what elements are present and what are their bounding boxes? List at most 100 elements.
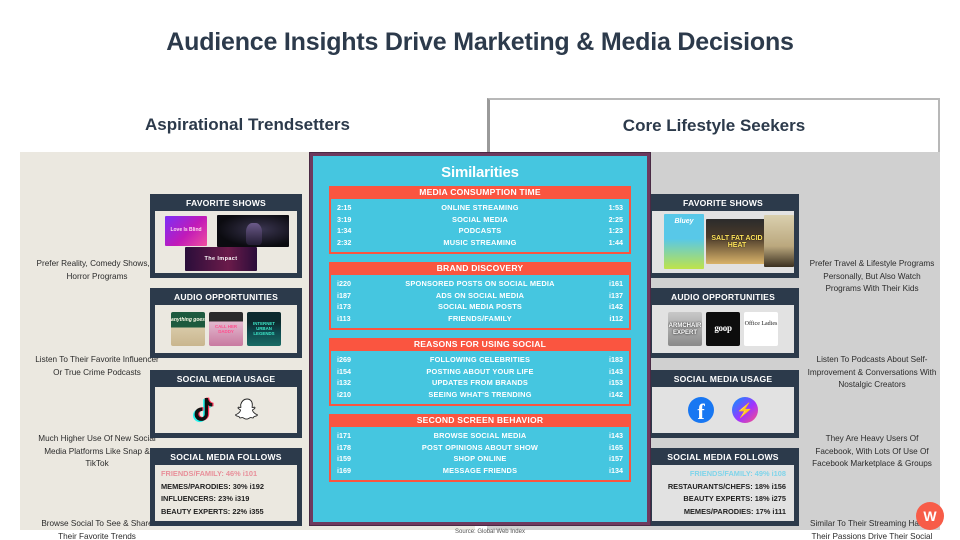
follow-label: FRIENDS/FAMILY: (161, 469, 224, 478)
card-body (155, 387, 297, 433)
metric-right-value: 1:53 (608, 203, 623, 212)
thumbnail-label: Bluey (674, 218, 694, 225)
card-body: FRIENDS/FAMILY: 49% i108 RESTAURANTS/CHE… (652, 465, 794, 521)
thumbnail-salt-fat-acid-heat: SALT FAT ACID HEAT (706, 219, 768, 264)
metric-right-value: i153 (609, 378, 623, 387)
metric-label: POST OPINIONS ABOUT SHOW (421, 442, 539, 452)
podcast-thumbnail-internet-urban-legends: INTERNET URBAN LEGENDS (247, 312, 281, 346)
metric-label: POSTING ABOUT YOUR LIFE (426, 366, 534, 376)
card-body: Bluey SALT FAT ACID HEAT (652, 211, 794, 273)
card-body: Love Is Blind The Impact (155, 211, 297, 273)
card-title: SOCIAL MEDIA FOLLOWS (667, 452, 779, 462)
podcast-thumbnail-call-her-daddy: CALL HER DADDY (209, 312, 243, 346)
metric-left-value: i173 (337, 302, 351, 311)
follow-pct: 49% (754, 469, 770, 478)
follow-index: i275 (771, 494, 786, 503)
metric-label: SOCIAL MEDIA POSTS (437, 302, 523, 311)
facebook-glyph: f (697, 399, 705, 424)
follow-row: INFLUENCERS: 23% i319 (161, 493, 249, 506)
thumbnail-the-impact: The Impact (185, 247, 257, 271)
follow-label: FRIENDS/FAMILY: (689, 469, 753, 478)
card-body: anything goes CALL HER DADDY INTERNET UR… (155, 305, 297, 353)
tiktok-icon (192, 397, 216, 423)
metric-label: SEEING WHAT'S TRENDING (428, 389, 532, 399)
metric-label: ADS ON SOCIAL MEDIA (435, 290, 525, 300)
similarities-section-media-consumption-time: MEDIA CONSUMPTION TIME 2:15 ONLINE STREA… (329, 186, 631, 254)
card-body: ARMCHAIR EXPERT goop Office Ladies (652, 305, 794, 353)
thumbnail-label: SALT FAT ACID HEAT (711, 234, 763, 249)
metric-left-value: i269 (337, 355, 351, 364)
metric-right-value: 2:25 (608, 214, 623, 224)
podcast-thumbnail-anything-goes: anything goes (171, 312, 205, 346)
metric-right-value: i161 (609, 279, 623, 288)
follow-pct: 17% (755, 506, 771, 516)
metric-left-value: i187 (337, 290, 351, 300)
card-social-media-usage-right: SOCIAL MEDIA USAGE f ⚡ (647, 370, 799, 438)
card-body: f ⚡ (652, 387, 794, 433)
podcast-thumbnail-goop: goop (706, 312, 740, 346)
metric-left-value: i220 (337, 279, 351, 288)
thumbnail-label: Love Is Blind (170, 227, 202, 234)
follow-label: INFLUENCERS: (161, 494, 217, 503)
metric-left-value: i154 (337, 366, 351, 376)
follow-row: FRIENDS/FAMILY: 49% i108 (690, 468, 786, 481)
podcast-thumbnail-armchair-expert: ARMCHAIR EXPERT (668, 312, 702, 346)
podcast-label: CALL HER DADDY (214, 324, 238, 334)
metric-row: 2:15 ONLINE STREAMING 1:53 (337, 202, 623, 214)
card-favorite-shows-left: FAVORITE SHOWS Love Is Blind The Impact (150, 194, 302, 278)
podcast-label: INTERNET URBAN LEGENDS (253, 321, 275, 336)
metric-row: i269 FOLLOWING CELEBRITIES i183 (337, 354, 623, 366)
metric-row: i173 SOCIAL MEDIA POSTS i142 (337, 301, 623, 313)
thumbnail-label: The Impact (204, 256, 238, 262)
thumbnail-bluey: Bluey (664, 214, 704, 269)
section-heading: BRAND DISCOVERY (329, 262, 631, 275)
card-social-media-follows-right: SOCIAL MEDIA FOLLOWS FRIENDS/FAMILY: 49%… (647, 448, 799, 526)
section-heading: SECOND SCREEN BEHAVIOR (329, 414, 631, 427)
metric-right-value: i142 (609, 389, 623, 399)
metric-label: PODCASTS (458, 226, 502, 235)
metric-row: i187 ADS ON SOCIAL MEDIA i137 (337, 290, 623, 302)
metric-row: i132 UPDATES FROM BRANDS i153 (337, 377, 623, 389)
description-item: Listen To Podcasts About Self-Improvemen… (807, 355, 937, 390)
metric-row: 3:19 SOCIAL MEDIA 2:25 (337, 214, 623, 226)
slide-root: Audience Insights Drive Marketing & Medi… (0, 0, 960, 540)
follow-index: i355 (249, 506, 264, 516)
thumbnail-the-haunting (217, 215, 289, 247)
card-title: FAVORITE SHOWS (186, 198, 266, 208)
follow-pct: 18% (754, 494, 770, 503)
section-rows: i269 FOLLOWING CELEBRITIES i183 i154 POS… (329, 351, 631, 406)
similarities-panel: Similarities MEDIA CONSUMPTION TIME 2:15… (310, 153, 650, 525)
metric-label: MUSIC STREAMING (443, 237, 517, 247)
metric-right-value: i165 (609, 442, 623, 452)
metric-left-value: i171 (337, 431, 351, 440)
metric-row: i113 FRIENDS/FAMILY i112 (337, 313, 623, 325)
metric-label: UPDATES FROM BRANDS (431, 378, 529, 387)
follow-row: MEMES/PARODIES: 17% i111 (684, 506, 786, 519)
metric-label: FOLLOWING CELEBRITIES (429, 355, 531, 364)
metric-left-value: 1:34 (337, 226, 352, 235)
follow-index: i192 (249, 481, 264, 491)
card-title: SOCIAL MEDIA FOLLOWS (170, 452, 282, 462)
metric-right-value: i142 (609, 302, 623, 311)
follow-pct: 18% (754, 481, 770, 491)
metric-left-value: i169 (337, 465, 351, 475)
metric-row: i154 POSTING ABOUT YOUR LIFE i143 (337, 366, 623, 378)
metric-row: i220 SPONSORED POSTS ON SOCIAL MEDIA i16… (337, 278, 623, 290)
metric-label: SOCIAL MEDIA (451, 214, 509, 224)
follow-index: i108 (771, 469, 786, 478)
messenger-icon: ⚡ (732, 397, 758, 423)
metric-left-value: i210 (337, 389, 351, 399)
metric-right-value: 1:44 (608, 237, 623, 247)
similarities-title: Similarities (441, 164, 519, 181)
section-rows: 2:15 ONLINE STREAMING 1:53 3:19 SOCIAL M… (329, 199, 631, 254)
metric-right-value: i137 (609, 290, 623, 300)
card-body: FRIENDS/FAMILY: 46% i101 MEMES/PARODIES:… (155, 465, 297, 521)
card-title: SOCIAL MEDIA USAGE (176, 374, 276, 384)
metric-left-value: i113 (337, 313, 351, 323)
segment-header-left: Aspirational Trendsetters (20, 98, 475, 152)
description-item: They Are Heavy Users Of Facebook, With L… (812, 434, 932, 469)
description-item: Much Higher Use Of New Social Media Plat… (38, 434, 156, 469)
follow-row: RESTAURANTS/CHEFS: 18% i156 (668, 481, 786, 494)
follow-pct: 30% (232, 481, 248, 491)
card-audio-opportunities-right: AUDIO OPPORTUNITIES ARMCHAIR EXPERT goop… (647, 288, 799, 358)
